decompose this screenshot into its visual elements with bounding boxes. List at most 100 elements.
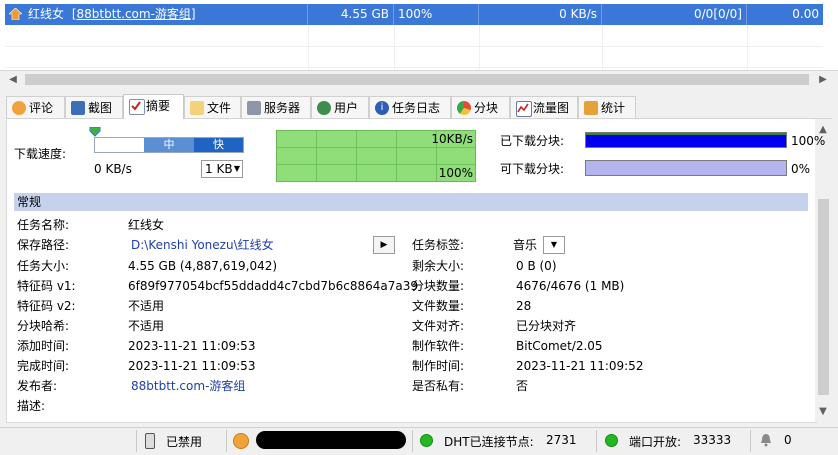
status-divider [596, 430, 597, 452]
completed-time-label: 完成时间: [17, 359, 70, 373]
tab-traffic-chart[interactable]: 流量图 [510, 96, 578, 118]
remaining-size-value: 0 B (0) [516, 259, 557, 273]
graph-bottom-label: 100% [438, 166, 473, 180]
torrent-size: 4.55 GB [308, 4, 394, 25]
summary-check-icon [129, 99, 145, 115]
torrent-peers: 0/0[0/0] [602, 4, 747, 25]
piece-count-label: 分块数量: [412, 279, 465, 293]
tab-task-log[interactable]: i 任务日志 [369, 96, 451, 118]
port-value: 33333 [693, 433, 732, 447]
file-icon [190, 101, 204, 115]
task-name-label: 任务名称: [17, 218, 70, 232]
bell-icon[interactable] [759, 433, 773, 447]
tab-pieces[interactable]: 分块 [451, 96, 510, 118]
torrent-progress: 100% [394, 4, 479, 25]
publisher-label: 发布者: [17, 379, 58, 393]
stats-icon [584, 101, 598, 115]
publisher-link[interactable]: 88btbtt.com-游客组 [131, 378, 245, 394]
column-divider [394, 25, 395, 70]
tab-statistics[interactable]: 统计 [578, 96, 636, 118]
tab-servers[interactable]: 服务器 [241, 96, 311, 118]
tab-label: 分块 [474, 101, 499, 115]
tab-label: 文件 [207, 101, 232, 115]
vertical-scrollbar[interactable]: ▲ ▼ [815, 119, 832, 422]
vertical-scroll-thumb[interactable] [818, 199, 829, 395]
tab-label: 评论 [29, 101, 54, 115]
speed-limit-dropdown[interactable]: 1 KB ▼ [201, 160, 243, 178]
creator-software-value: BitComet/2.05 [516, 339, 603, 353]
info-icon: i [375, 101, 389, 115]
server-icon [247, 101, 261, 115]
tab-files[interactable]: 文件 [184, 96, 241, 118]
remote-status[interactable]: 已禁用 [166, 433, 202, 450]
file-alignment-value: 已分块对齐 [516, 319, 577, 333]
graph-gridline [316, 131, 317, 181]
hash-v1-value: 6f89f977054bcf55ddadd4c7cbd7b6c8864a7a39 [128, 279, 419, 293]
dht-label: DHT已连接节点: [444, 435, 534, 449]
scroll-left-icon[interactable]: ◀ [5, 71, 21, 88]
piece-count-value: 4676/4676 (1 MB) [516, 279, 625, 293]
hash-v2-label: 特征码 v2: [17, 299, 76, 313]
tab-comments[interactable]: 评论 [6, 96, 65, 118]
row-divider [5, 67, 823, 68]
file-alignment-label: 文件对齐: [412, 319, 465, 333]
speed-limit-slider[interactable]: 中 快 [94, 137, 244, 153]
account-icon [233, 433, 249, 449]
save-path-label: 保存路径: [17, 238, 70, 252]
status-divider [226, 430, 227, 452]
remaining-size-label: 剩余大小: [412, 259, 465, 273]
phone-icon [145, 433, 155, 449]
tab-summary[interactable]: 摘要 [123, 94, 184, 119]
available-pieces-bar [585, 160, 787, 176]
downloaded-pieces-bar [585, 132, 787, 148]
scroll-down-icon[interactable]: ▼ [815, 403, 831, 420]
tab-label: 用户 [334, 101, 359, 115]
added-time-value: 2023-11-21 11:09:53 [128, 339, 256, 353]
graph-gridline [277, 147, 475, 148]
private-value: 否 [516, 379, 529, 393]
task-tag-label: 任务标签: [412, 238, 465, 252]
downloaded-pieces-label: 已下载分块: [500, 134, 565, 148]
tab-screenshots[interactable]: 截图 [65, 96, 123, 118]
tab-users[interactable]: 用户 [311, 96, 369, 118]
horizontal-scrollbar[interactable]: ◀ ▶ [5, 71, 831, 88]
save-path-link[interactable]: D:\Kenshi Yonezu\红线女 [131, 237, 274, 253]
added-time-label: 添加时间: [17, 339, 70, 353]
completed-time-value: 2023-11-21 11:09:53 [128, 359, 256, 373]
creator-software-label: 制作软件: [412, 339, 465, 353]
tab-label: 服务器 [264, 101, 301, 115]
account-redacted [256, 431, 406, 449]
torrent-list[interactable]: 红线女 [88btbtt.com-游客组] 4.55 GB 100% 0 KB/… [0, 0, 838, 71]
scroll-right-icon[interactable]: ▶ [815, 71, 831, 88]
available-pieces-percent: 0% [791, 162, 811, 176]
speed-graph: 10KB/s 100% [276, 130, 476, 182]
description-label: 描述: [17, 399, 46, 413]
table-row[interactable]: 红线女 [88btbtt.com-游客组] 4.55 GB 100% 0 KB/… [5, 4, 823, 25]
current-speed: 0 KB/s [94, 162, 132, 176]
creation-time-label: 制作时间: [412, 359, 465, 373]
task-size-label: 任务大小: [17, 259, 70, 273]
play-icon[interactable]: ▶ [373, 236, 395, 254]
private-label: 是否私有: [412, 379, 465, 393]
horizontal-scroll-thumb[interactable] [25, 74, 809, 85]
port-status-icon [605, 434, 618, 447]
port-label: 端口开放: [629, 435, 682, 449]
downloaded-pieces-fill [586, 133, 786, 147]
screenshot-icon [71, 101, 85, 115]
dht-count: 2731 [546, 433, 577, 447]
status-bar: 已禁用 DHT已连接节点: 2731 端口开放: 33333 0 [0, 427, 838, 455]
piece-hash-label: 分块哈希: [17, 319, 70, 333]
graph-top-label: 10KB/s [431, 132, 473, 146]
tab-label: 统计 [601, 101, 626, 115]
piece-hash-value: 不适用 [128, 319, 165, 333]
download-speed-label: 下载速度: [14, 147, 67, 161]
dht-status-icon [420, 434, 433, 447]
status-divider [136, 430, 137, 452]
tag-dropdown-icon[interactable]: ▼ [543, 236, 565, 254]
tab-label: 任务日志 [392, 101, 441, 115]
slider-handle-icon[interactable] [89, 126, 101, 137]
column-divider [479, 25, 480, 70]
row-divider [5, 46, 823, 47]
torrent-name-cell[interactable]: 红线女 [88btbtt.com-游客组] [5, 4, 308, 25]
speed-limit-value: 1 KB [205, 162, 233, 176]
